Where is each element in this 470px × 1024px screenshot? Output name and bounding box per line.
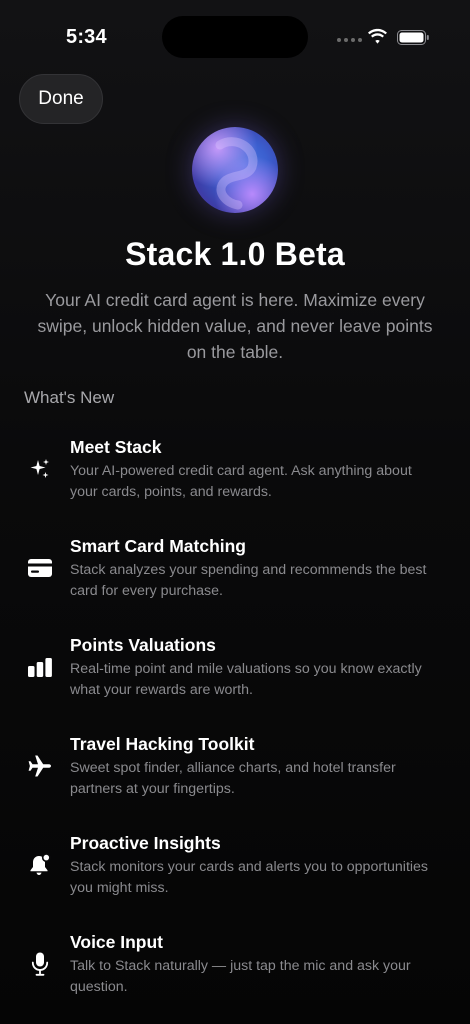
feature-title: Meet Stack xyxy=(70,437,162,457)
sparkles-icon xyxy=(25,454,55,484)
done-button[interactable]: Done xyxy=(19,74,103,124)
bell-badge-icon xyxy=(25,850,55,880)
status-bar: 5:34 xyxy=(0,0,470,70)
feature-item-meet-stack: Meet Stack Your AI-powered credit card a… xyxy=(0,437,470,517)
feature-item-travel-hacking-toolkit: Travel Hacking Toolkit Sweet spot finder… xyxy=(0,734,470,814)
battery-icon xyxy=(397,30,429,45)
feature-description: Sweet spot finder, alliance charts, and … xyxy=(70,760,396,797)
wifi-icon xyxy=(368,28,387,44)
feature-title: Proactive Insights xyxy=(70,833,221,853)
page-subtitle: Your AI credit card agent is here. Maxim… xyxy=(37,290,433,362)
feature-description: Stack analyzes your spending and recomme… xyxy=(70,562,427,599)
orb-swirl-icon xyxy=(215,137,258,210)
stack-orb-logo xyxy=(192,127,278,213)
feature-item-points-valuations: Points Valuations Real-time point and mi… xyxy=(0,635,470,715)
microphone-icon xyxy=(25,949,55,979)
feature-title: Points Valuations xyxy=(70,635,216,655)
feature-description: Your AI-powered credit card agent. Ask a… xyxy=(70,463,412,500)
whats-new-heading: What's New xyxy=(24,388,115,407)
feature-description: Real-time point and mile valuations so y… xyxy=(70,661,422,698)
feature-description: Talk to Stack naturally — just tap the m… xyxy=(70,958,411,995)
feature-title: Smart Card Matching xyxy=(70,536,246,556)
feature-title: Voice Input xyxy=(70,932,164,952)
cellular-signal-icon xyxy=(337,38,362,42)
feature-title: Travel Hacking Toolkit xyxy=(70,734,255,754)
feature-item-smart-card-matching: Smart Card Matching Stack analyzes your … xyxy=(0,536,470,616)
feature-item-voice-input: Voice Input Talk to Stack naturally — ju… xyxy=(0,932,470,1012)
feature-item-proactive-insights: Proactive Insights Stack monitors your c… xyxy=(0,833,470,913)
feature-description: Stack monitors your cards and alerts you… xyxy=(70,859,429,896)
whats-new-screen: 5:34 Done Stack 1.0 Beta Your AI credit … xyxy=(0,0,470,1024)
page-title: Stack 1.0 Beta xyxy=(125,236,345,272)
status-time: 5:34 xyxy=(66,26,107,48)
airplane-icon xyxy=(25,751,55,781)
credit-card-icon xyxy=(25,553,55,583)
bar-chart-icon xyxy=(25,652,55,682)
dynamic-island xyxy=(162,16,308,58)
